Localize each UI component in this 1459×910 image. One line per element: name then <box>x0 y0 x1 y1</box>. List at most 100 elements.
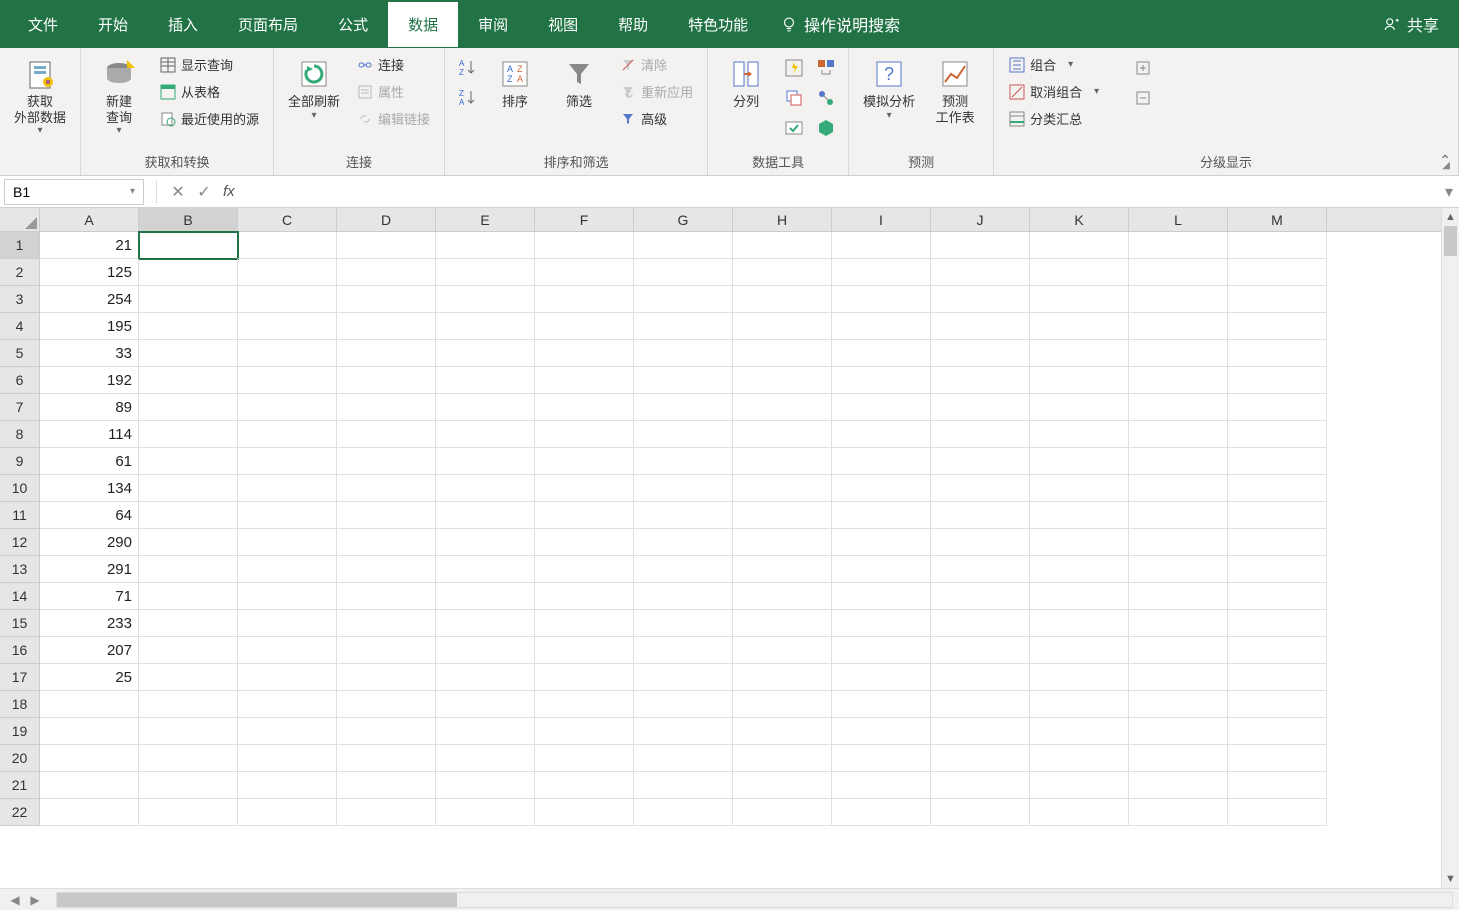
cell[interactable] <box>436 610 535 637</box>
cell[interactable]: 290 <box>40 529 139 556</box>
cell[interactable] <box>733 745 832 772</box>
cell[interactable] <box>733 232 832 259</box>
cell[interactable] <box>238 475 337 502</box>
cell[interactable] <box>733 286 832 313</box>
cell[interactable] <box>832 691 931 718</box>
relationships-button[interactable] <box>814 86 838 110</box>
connections-button[interactable]: 连接 <box>350 52 436 77</box>
cell[interactable] <box>139 637 238 664</box>
get-external-data-button[interactable]: 获取 外部数据 ▾ <box>8 52 72 140</box>
cell[interactable] <box>535 583 634 610</box>
cell[interactable] <box>436 475 535 502</box>
column-header[interactable]: F <box>535 208 634 231</box>
cell[interactable] <box>931 583 1030 610</box>
cell[interactable] <box>1129 664 1228 691</box>
cell[interactable] <box>733 637 832 664</box>
cell[interactable] <box>436 340 535 367</box>
cell[interactable] <box>1030 583 1129 610</box>
scroll-thumb[interactable] <box>1444 226 1457 256</box>
cell[interactable] <box>238 583 337 610</box>
cell[interactable] <box>832 259 931 286</box>
spreadsheet-grid[interactable]: ABCDEFGHIJKLM 12121253254419553361927898… <box>0 208 1441 888</box>
cell[interactable] <box>337 232 436 259</box>
cell[interactable] <box>733 394 832 421</box>
cell[interactable] <box>337 664 436 691</box>
cell[interactable] <box>931 259 1030 286</box>
row-header[interactable]: 1 <box>0 232 40 259</box>
cell[interactable] <box>337 367 436 394</box>
cell[interactable] <box>535 772 634 799</box>
cell[interactable] <box>931 556 1030 583</box>
cell[interactable] <box>832 718 931 745</box>
cell[interactable] <box>931 718 1030 745</box>
cell[interactable] <box>1129 691 1228 718</box>
cell[interactable] <box>1129 421 1228 448</box>
cell[interactable] <box>1030 664 1129 691</box>
cell[interactable]: 61 <box>40 448 139 475</box>
row-header[interactable]: 16 <box>0 637 40 664</box>
cell[interactable] <box>634 529 733 556</box>
what-if-button[interactable]: ? 模拟分析 ▾ <box>857 52 921 125</box>
cell[interactable] <box>139 718 238 745</box>
cell[interactable] <box>535 556 634 583</box>
cell[interactable] <box>139 556 238 583</box>
cell[interactable] <box>634 232 733 259</box>
cell[interactable] <box>1129 718 1228 745</box>
sheet-prev-button[interactable]: ◀ <box>6 893 24 907</box>
cell[interactable] <box>436 799 535 826</box>
cell[interactable] <box>337 448 436 475</box>
cell[interactable] <box>1129 799 1228 826</box>
cell[interactable] <box>634 394 733 421</box>
cell[interactable] <box>238 367 337 394</box>
cell[interactable] <box>436 448 535 475</box>
cell[interactable] <box>1129 556 1228 583</box>
row-header[interactable]: 10 <box>0 475 40 502</box>
new-query-button[interactable]: 新建 查询 ▾ <box>89 52 149 140</box>
cell[interactable] <box>1228 529 1327 556</box>
share-button[interactable]: 共享 <box>1371 12 1451 36</box>
cell[interactable] <box>139 529 238 556</box>
cell[interactable] <box>1228 664 1327 691</box>
cell[interactable] <box>1030 448 1129 475</box>
cell[interactable] <box>832 745 931 772</box>
cell[interactable] <box>40 799 139 826</box>
cell[interactable] <box>139 448 238 475</box>
cell[interactable] <box>238 394 337 421</box>
recent-sources-button[interactable]: 最近使用的源 <box>153 106 265 131</box>
row-header[interactable]: 15 <box>0 610 40 637</box>
cell[interactable] <box>733 691 832 718</box>
show-queries-button[interactable]: 显示查询 <box>153 52 265 77</box>
cell[interactable] <box>634 718 733 745</box>
row-header[interactable]: 4 <box>0 313 40 340</box>
cell[interactable] <box>1228 448 1327 475</box>
cell[interactable] <box>733 367 832 394</box>
cell[interactable] <box>931 745 1030 772</box>
cell[interactable]: 64 <box>40 502 139 529</box>
cell[interactable] <box>1030 394 1129 421</box>
column-header[interactable]: D <box>337 208 436 231</box>
cell[interactable] <box>535 232 634 259</box>
cell[interactable] <box>535 529 634 556</box>
cell[interactable] <box>733 421 832 448</box>
cell[interactable] <box>1030 637 1129 664</box>
cell[interactable] <box>931 637 1030 664</box>
tab-view[interactable]: 视图 <box>528 2 598 47</box>
cell[interactable] <box>337 475 436 502</box>
cell[interactable] <box>733 556 832 583</box>
cell[interactable] <box>535 799 634 826</box>
cell[interactable] <box>1030 286 1129 313</box>
cell[interactable] <box>832 610 931 637</box>
cell[interactable] <box>1030 340 1129 367</box>
cell[interactable] <box>634 367 733 394</box>
cell[interactable]: 134 <box>40 475 139 502</box>
expand-formula-bar-button[interactable]: ▾ <box>1439 182 1459 202</box>
cell[interactable] <box>733 475 832 502</box>
cell[interactable] <box>337 718 436 745</box>
cell[interactable] <box>238 799 337 826</box>
cell[interactable] <box>1129 745 1228 772</box>
collapse-ribbon-button[interactable]: ⌃ <box>1439 152 1451 169</box>
cell[interactable] <box>139 502 238 529</box>
cell[interactable] <box>1228 421 1327 448</box>
cell[interactable] <box>832 313 931 340</box>
cell[interactable] <box>1228 475 1327 502</box>
